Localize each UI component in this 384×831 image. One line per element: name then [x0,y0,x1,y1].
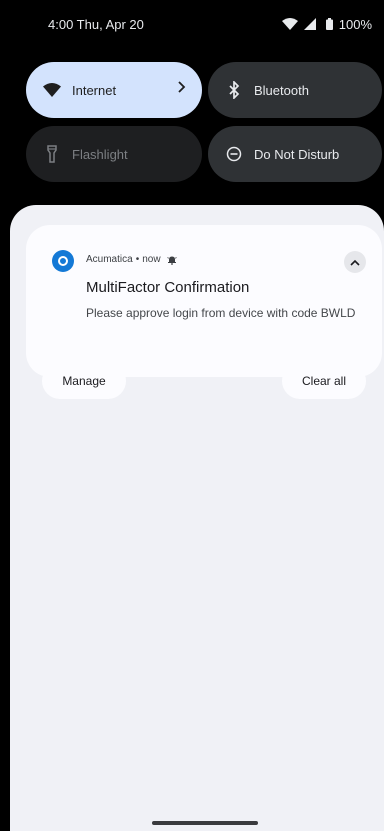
wifi-icon [42,80,62,100]
notification-app-name: Acumatica [86,254,133,265]
collapse-notification-button[interactable] [344,251,366,273]
status-bar: 4:00 Thu, Apr 20 100% [0,0,384,50]
tile-flashlight-label: Flashlight [72,146,128,162]
tile-internet-label: Internet [72,82,117,98]
notification-time: now [142,254,161,265]
chevron-up-icon [350,259,360,266]
tile-do-not-disturb-label: Do Not Disturb [254,146,340,162]
manage-button[interactable]: Manage [42,363,126,399]
tile-bluetooth[interactable]: Bluetooth [208,62,382,118]
do-not-disturb-icon [224,144,244,164]
notification-card[interactable]: Acumatica • now MultiFactor Confirmation… [26,225,382,377]
battery-icon [325,18,333,30]
status-time-date: 4:00 Thu, Apr 20 [48,17,144,32]
bluetooth-icon [224,80,244,100]
notification-separator: • [135,254,140,265]
alerting-bell-icon [166,255,177,265]
tile-internet[interactable]: Internet [26,62,202,118]
wifi-signal-icon [281,18,298,30]
tile-do-not-disturb[interactable]: Do Not Disturb [208,126,382,182]
tile-bluetooth-label: Bluetooth [254,82,309,98]
notification-shade: Acumatica • now MultiFactor Confirmation… [10,205,384,831]
notification-header: Acumatica • now [86,254,177,265]
clear-all-button[interactable]: Clear all [282,363,366,399]
status-icons: 100% [281,14,372,34]
battery-percentage: 100% [338,16,372,32]
chevron-right-icon [176,80,186,99]
home-indicator[interactable] [152,821,258,825]
acumatica-app-icon [52,250,74,272]
cellular-signal-icon [303,18,316,30]
tile-flashlight[interactable]: Flashlight [26,126,202,182]
notification-body: Please approve login from device with co… [86,306,356,320]
flashlight-icon [42,144,62,164]
screen: 4:00 Thu, Apr 20 100% Internet Bluetooth… [0,0,384,831]
notification-title: MultiFactor Confirmation [86,279,250,296]
